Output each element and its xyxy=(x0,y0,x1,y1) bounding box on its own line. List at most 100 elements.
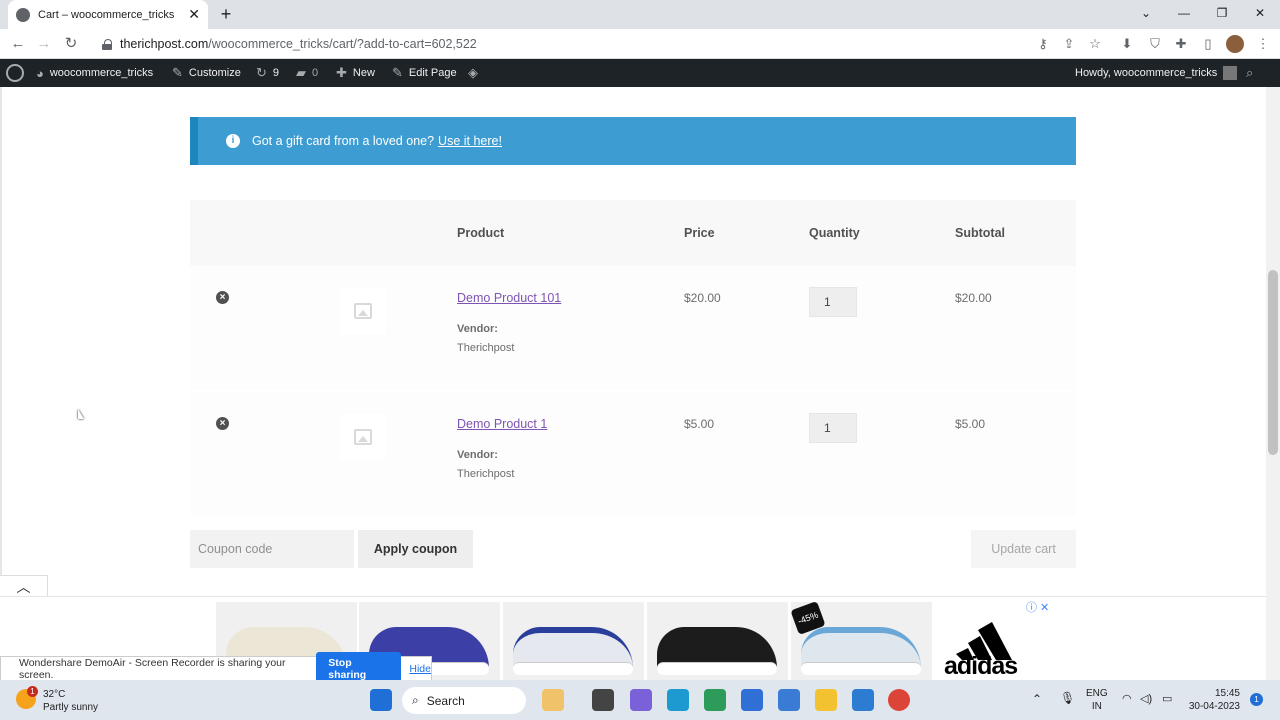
shield-icon[interactable]: ⛉ xyxy=(1146,35,1164,53)
puzzle-icon[interactable]: ✚ xyxy=(1172,35,1190,53)
share-icon[interactable]: ⇪ xyxy=(1060,35,1078,53)
screen-sharing-bar: Wondershare DemoAir - Screen Recorder is… xyxy=(0,652,432,686)
tab-search-chevron-icon[interactable]: ⌄ xyxy=(1134,3,1158,23)
edit-page-link[interactable]: ✎ Edit Page xyxy=(392,59,457,87)
battery-icon[interactable]: ▭ xyxy=(1162,692,1172,705)
profile-avatar[interactable] xyxy=(1226,35,1244,53)
site-name-link[interactable]: ◕ woocommerce_tricks xyxy=(36,59,153,87)
gift-card-notice: i Got a gift card from a loved one? Use … xyxy=(190,117,1076,165)
teams-icon[interactable] xyxy=(630,689,652,711)
updates-link[interactable]: ↻ 9 xyxy=(256,59,279,87)
cart-item-row: × Demo Product 1 Vendor: Therichpost $5.… xyxy=(190,392,1076,516)
menu-dots-icon[interactable]: ⋮ xyxy=(1254,35,1272,53)
vendor-value: Therichpost xyxy=(457,342,515,354)
ad-choices-close-icon[interactable]: ⓘ ✕ xyxy=(1026,599,1049,615)
product-thumbnail[interactable] xyxy=(340,288,386,334)
info-icon: i xyxy=(226,134,240,148)
start-button[interactable] xyxy=(370,689,392,711)
language-indicator[interactable]: ENG IN xyxy=(1086,687,1108,713)
mouse-cursor xyxy=(78,409,84,419)
microphone-icon[interactable]: 🎙 xyxy=(1060,691,1075,705)
bookmark-star-icon[interactable]: ☆ xyxy=(1086,35,1104,53)
product-name-link[interactable]: Demo Product 101 xyxy=(457,291,561,305)
back-button[interactable]: ← xyxy=(7,33,29,55)
product-name-link[interactable]: Demo Product 1 xyxy=(457,417,547,431)
diamond-icon[interactable]: ◈ xyxy=(468,59,484,87)
update-cart-button[interactable]: Update cart xyxy=(971,530,1076,568)
coupon-code-input[interactable]: Coupon code xyxy=(190,530,354,568)
globe-icon xyxy=(16,7,30,22)
task-view-icon[interactable] xyxy=(592,689,614,711)
search-icon[interactable]: ⌕ xyxy=(1246,59,1259,87)
remove-item-icon[interactable]: × xyxy=(216,417,229,430)
weather-temp: 32°C xyxy=(43,689,66,700)
comments-link[interactable]: ▰ 0 xyxy=(296,59,318,87)
url-text: therichpost.com/woocommerce_tricks/cart/… xyxy=(120,37,477,51)
restore-button[interactable]: ❐ xyxy=(1210,3,1234,23)
customize-link[interactable]: ✎ Customize xyxy=(172,59,241,87)
header-price: Price xyxy=(684,226,715,240)
folder-icon[interactable] xyxy=(815,689,837,711)
scrollbar-thumb[interactable] xyxy=(1268,270,1278,455)
chrome-icon[interactable] xyxy=(888,689,910,711)
widget-icon[interactable] xyxy=(542,689,564,711)
vendor-label: Vendor: xyxy=(457,323,498,335)
quantity-input[interactable]: 1 xyxy=(809,413,857,443)
tab-title: Cart – woocommerce_tricks xyxy=(38,8,175,21)
wp-logo-icon[interactable] xyxy=(6,59,24,87)
use-gift-card-link[interactable]: Use it here! xyxy=(438,134,502,148)
apply-coupon-button[interactable]: Apply coupon xyxy=(358,530,473,568)
tab-close-icon[interactable]: ✕ xyxy=(188,6,200,23)
minimize-button[interactable]: — xyxy=(1172,3,1196,23)
vendor-value: Therichpost xyxy=(457,468,515,480)
windows-taskbar: 1 32°C Partly sunny ⌕ Search ⌃ 🎙 ENG IN ◠… xyxy=(0,680,1280,720)
browser-tab[interactable]: Cart – woocommerce_tricks ✕ xyxy=(8,0,208,29)
hide-link[interactable]: Hide xyxy=(409,663,431,675)
side-panel-icon[interactable]: ▯ xyxy=(1199,35,1217,53)
chevron-up-icon[interactable]: ︿ xyxy=(0,575,48,597)
forward-button[interactable]: → xyxy=(33,33,55,55)
quantity-input[interactable]: 1 xyxy=(809,287,857,317)
adidas-wordmark: adidas xyxy=(944,652,1018,680)
sharing-message: Wondershare DemoAir - Screen Recorder is… xyxy=(19,657,286,681)
wifi-icon[interactable]: ◠ xyxy=(1122,692,1132,705)
item-price: $5.00 xyxy=(684,417,715,431)
dashboard-icon: ◕ xyxy=(36,65,44,81)
chevron-up-icon[interactable]: ⌃ xyxy=(1032,692,1042,706)
vendor-label: Vendor: xyxy=(457,449,498,461)
product-thumbnail[interactable] xyxy=(340,414,386,460)
key-icon[interactable]: ⚷ xyxy=(1034,35,1052,53)
item-price: $20.00 xyxy=(684,291,721,305)
store-icon[interactable] xyxy=(741,689,763,711)
notification-badge[interactable]: 1 xyxy=(1250,693,1263,706)
pencil-icon: ✎ xyxy=(392,65,403,80)
remove-item-icon[interactable]: × xyxy=(216,291,229,304)
edge-icon[interactable] xyxy=(704,689,726,711)
taskbar-search[interactable]: ⌕ Search xyxy=(402,687,526,714)
weather-badge: 1 xyxy=(27,686,38,697)
ad-product-tile[interactable] xyxy=(503,602,644,680)
extension-icon[interactable]: ⬇ xyxy=(1118,35,1136,53)
page-scrollbar[interactable] xyxy=(1266,87,1280,680)
weather-desc: Partly sunny xyxy=(43,702,99,713)
mail-icon[interactable] xyxy=(778,689,800,711)
cart-item-row: × Demo Product 101 Vendor: Therichpost $… xyxy=(190,266,1076,390)
ad-product-tile[interactable] xyxy=(647,602,788,680)
clock[interactable]: 15:45 30-04-2023 xyxy=(1180,687,1240,713)
skype-icon[interactable] xyxy=(667,689,689,711)
window-close-button[interactable]: ✕ xyxy=(1248,3,1272,23)
header-quantity: Quantity xyxy=(809,226,860,240)
volume-icon[interactable]: ◁) xyxy=(1140,692,1152,705)
shoe-image xyxy=(657,627,777,675)
vscode-icon[interactable] xyxy=(852,689,874,711)
new-tab-button[interactable]: + xyxy=(216,4,236,24)
reload-button[interactable]: ↻ xyxy=(60,33,82,55)
new-content-link[interactable]: ✚ New xyxy=(336,59,375,87)
refresh-icon: ↻ xyxy=(256,65,267,80)
shoe-image xyxy=(801,627,921,675)
address-toolbar: ← → ↻ therichpost.com/woocommerce_tricks… xyxy=(0,29,1280,59)
howdy-user-menu[interactable]: Howdy, woocommerce_tricks xyxy=(1075,59,1238,87)
notice-text: Got a gift card from a loved one? xyxy=(252,134,435,148)
image-placeholder-icon xyxy=(354,429,372,445)
item-subtotal: $20.00 xyxy=(955,291,992,305)
